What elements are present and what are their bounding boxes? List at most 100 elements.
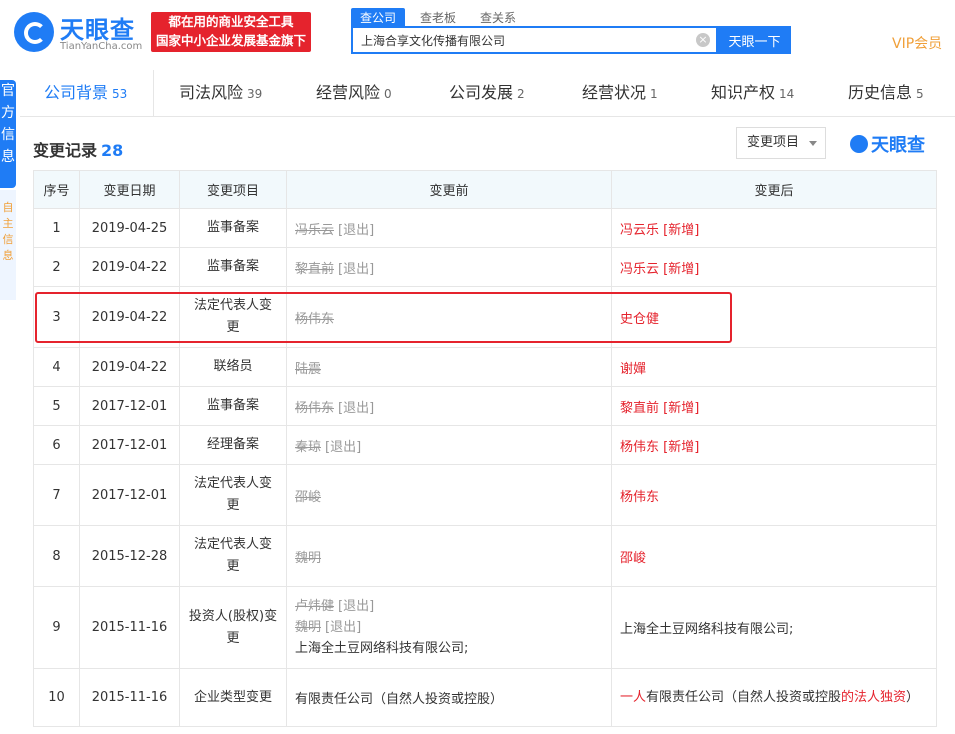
site-logo[interactable]: 天眼查 TianYanCha.com: [14, 10, 144, 54]
tab-company-background[interactable]: 公司背景 53: [44, 70, 127, 116]
tab-intellectual-property[interactable]: 知识产权 14: [711, 70, 794, 116]
col-header-item: 变更项目: [179, 170, 287, 209]
row-after: 一人有限责任公司（自然人投资或控股的法人独资）: [611, 668, 937, 727]
col-header-after: 变更后: [611, 170, 937, 209]
col-header-before: 变更前: [286, 170, 612, 209]
caret-down-icon: [809, 141, 817, 146]
after-part: 的法人独资: [841, 690, 907, 705]
row-after: 杨伟东 [新增]: [611, 425, 937, 465]
before-name: 秦琼: [295, 439, 322, 455]
tab-label: 司法风险: [179, 83, 244, 102]
clear-icon[interactable]: ×: [696, 33, 710, 47]
before-line: 魏明 [退出]: [295, 617, 603, 638]
tab-label: 公司发展: [449, 83, 514, 102]
table-row: 8 2015-12-28 法定代表人变更 魏明 邵峻: [33, 525, 937, 587]
watermark-logo-icon: [850, 135, 868, 153]
row-index: 1: [33, 208, 80, 248]
tab-judicial-risk[interactable]: 司法风险 39: [179, 70, 262, 116]
tab-label: 经营状况: [582, 83, 647, 102]
row-index: 10: [33, 668, 80, 727]
table-row: 5 2017-12-01 监事备案 杨伟东 [退出] 黎直前 [新增]: [33, 386, 937, 426]
row-index: 7: [33, 464, 80, 526]
row-date: 2019-04-25: [79, 208, 180, 248]
change-item-filter[interactable]: 变更项目: [736, 127, 826, 159]
row-before: 杨伟东: [286, 286, 612, 348]
tab-label: 经营风险: [316, 83, 381, 102]
row-date: 2017-12-01: [79, 386, 180, 426]
table-row: 3 2019-04-22 法定代表人变更 杨伟东 史仓健: [33, 286, 937, 348]
row-after: 冯云乐 [新增]: [611, 208, 937, 248]
left-side-strip: 官方信息 自主信息: [0, 70, 16, 300]
tab-divider: [153, 70, 154, 116]
row-item: 法定代表人变更: [179, 464, 287, 526]
after-part: ）: [906, 690, 920, 705]
before-line: 卢炜健 [退出]: [295, 596, 603, 617]
search-button[interactable]: 天眼一下: [718, 26, 791, 54]
row-after: 谢嬋: [611, 347, 937, 387]
row-before: 邵峻: [286, 464, 612, 526]
tab-count: 1: [650, 87, 658, 101]
row-date: 2015-12-28: [79, 525, 180, 587]
slogan-line-1: 都在用的商业安全工具: [168, 14, 294, 29]
row-date: 2019-04-22: [79, 286, 180, 348]
change-record-table: 序号 变更日期 变更项目 变更前 变更后 1 2019-04-25 监事备案 冯…: [33, 170, 937, 727]
row-index: 8: [33, 525, 80, 587]
before-name: 魏明: [295, 550, 322, 566]
search-tab-company[interactable]: 查公司: [351, 8, 406, 27]
row-date: 2019-04-22: [79, 347, 180, 387]
before-name: 杨伟东: [295, 400, 335, 416]
row-item: 监事备案: [179, 386, 287, 426]
row-item: 企业类型变更: [179, 668, 287, 727]
table-row: 7 2017-12-01 法定代表人变更 邵峻 杨伟东: [33, 464, 937, 526]
section-title: 变更记录 28: [33, 137, 123, 161]
row-index: 5: [33, 386, 80, 426]
before-tag: [退出]: [338, 400, 375, 416]
search-type-tabs: 查公司 查老板 查关系: [351, 7, 531, 27]
row-before: 有限责任公司（自然人投资或控股）: [286, 668, 612, 727]
tab-business-risk[interactable]: 经营风险 0: [316, 70, 392, 116]
row-after: 杨伟东: [611, 464, 937, 526]
row-before: 冯乐云 [退出]: [286, 208, 612, 248]
section-title-text: 变更记录: [33, 141, 98, 160]
row-index: 6: [33, 425, 80, 465]
col-header-index: 序号: [33, 170, 80, 209]
after-part: 有限责任公司（自然人投资或控股: [646, 690, 842, 705]
section-tabs: 公司背景 53 司法风险 39 经营风险 0 公司发展 2 经营状况 1 知识产权 14 历…: [20, 70, 955, 117]
row-date: 2015-11-16: [79, 586, 180, 669]
row-after: 上海全土豆网络科技有限公司;: [611, 586, 937, 669]
tab-count: 0: [384, 87, 392, 101]
official-info-tab[interactable]: 官方信息: [0, 80, 16, 188]
table-row: 6 2017-12-01 经理备案 秦琼 [退出] 杨伟东 [新增]: [33, 425, 937, 465]
row-item: 经理备案: [179, 425, 287, 465]
logo-domain: TianYanCha.com: [60, 41, 143, 52]
tab-count: 53: [112, 87, 128, 101]
row-item: 监事备案: [179, 247, 287, 287]
search-tab-relation[interactable]: 查关系: [471, 8, 525, 27]
before-name: 黎直前: [295, 261, 335, 277]
before-tag: [退出]: [325, 439, 362, 455]
row-date: 2019-04-22: [79, 247, 180, 287]
before-name: 邵峻: [295, 489, 322, 505]
tab-company-development[interactable]: 公司发展 2: [449, 70, 525, 116]
top-header: 天眼查 TianYanCha.com 都在用的商业安全工具 国家中小企业发展基金…: [0, 0, 955, 68]
search-tab-boss[interactable]: 查老板: [411, 8, 465, 27]
table-row: 2 2019-04-22 监事备案 黎直前 [退出] 冯乐云 [新增]: [33, 247, 937, 287]
row-index: 9: [33, 586, 80, 669]
before-tag: [退出]: [325, 620, 362, 635]
row-after: 史仓健: [611, 286, 937, 348]
row-before: 黎直前 [退出]: [286, 247, 612, 287]
row-index: 2: [33, 247, 80, 287]
table-header-row: 序号 变更日期 变更项目 变更前 变更后: [33, 170, 937, 209]
self-info-tab[interactable]: 自主信息: [0, 190, 16, 300]
tab-history-info[interactable]: 历史信息 5: [848, 70, 924, 116]
tab-business-status[interactable]: 经营状况 1: [582, 70, 658, 116]
watermark-text: 天眼查: [871, 135, 925, 156]
row-index: 4: [33, 347, 80, 387]
search-input[interactable]: [353, 28, 699, 52]
tab-count: 2: [517, 87, 525, 101]
row-before: 卢炜健 [退出] 魏明 [退出] 上海全土豆网络科技有限公司;: [286, 586, 612, 669]
table-row: 10 2015-11-16 企业类型变更 有限责任公司（自然人投资或控股） 一人…: [33, 668, 937, 727]
row-date: 2015-11-16: [79, 668, 180, 727]
vip-link[interactable]: VIP会员: [892, 33, 942, 53]
row-item: 法定代表人变更: [179, 525, 287, 587]
